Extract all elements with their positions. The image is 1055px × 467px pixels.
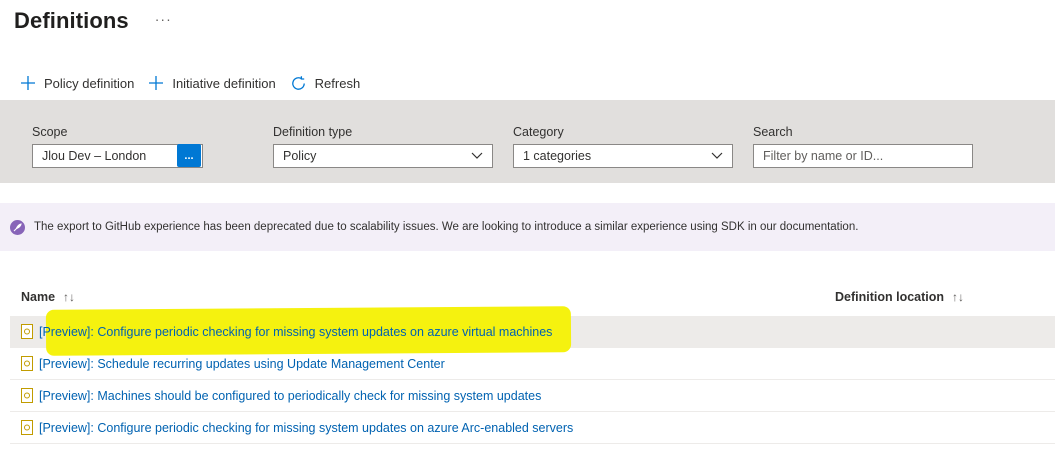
page-header: Definitions ··· xyxy=(14,8,172,34)
definition-type-filter: Definition type Policy xyxy=(273,125,493,168)
column-header-name[interactable]: Name ↑↓ xyxy=(21,290,75,304)
plus-icon xyxy=(149,76,164,90)
policy-document-icon xyxy=(21,388,33,403)
definition-link[interactable]: [Preview]: Configure periodic checking f… xyxy=(39,325,552,339)
column-name-label: Name xyxy=(21,290,56,304)
filter-bar: Scope Jlou Dev – London ... Definition t… xyxy=(0,100,1055,183)
add-policy-definition-label: Policy definition xyxy=(44,75,135,91)
definition-type-label: Definition type xyxy=(273,125,353,139)
sort-icon: ↑↓ xyxy=(63,290,76,304)
definition-link[interactable]: [Preview]: Configure periodic checking f… xyxy=(39,421,573,435)
definition-type-dropdown[interactable]: Policy xyxy=(273,144,493,168)
rocket-icon xyxy=(10,219,25,235)
category-label: Category xyxy=(513,125,564,139)
definition-link[interactable]: [Preview]: Machines should be configured… xyxy=(39,389,541,403)
table-row[interactable]: [Preview]: Configure periodic checking f… xyxy=(10,306,1055,356)
add-initiative-definition-button[interactable]: Initiative definition xyxy=(148,75,276,91)
table-row[interactable]: [Preview]: Machines should be configured… xyxy=(10,380,1055,412)
more-options-button[interactable]: ··· xyxy=(155,11,172,27)
table-row[interactable]: [Preview]: Schedule recurring updates us… xyxy=(10,348,1055,380)
definitions-table: [Preview]: Configure periodic checking f… xyxy=(10,306,1055,444)
page-title: Definitions xyxy=(14,8,129,33)
column-definition-location-label: Definition location xyxy=(835,290,945,304)
category-filter: Category 1 categories xyxy=(513,125,733,168)
scope-picker-button[interactable]: ... xyxy=(177,144,201,167)
deprecation-banner: The export to GitHub experience has been… xyxy=(0,203,1055,251)
table-header: Name ↑↓ Definition location ↑↓ xyxy=(0,290,1055,308)
policy-document-icon xyxy=(21,324,33,339)
definition-link[interactable]: [Preview]: Schedule recurring updates us… xyxy=(39,357,445,371)
category-dropdown[interactable]: 1 categories xyxy=(513,144,733,168)
policy-document-icon xyxy=(21,420,33,435)
refresh-label: Refresh xyxy=(314,75,361,91)
table-row[interactable]: [Preview]: Configure periodic checking f… xyxy=(10,412,1055,444)
search-label: Search xyxy=(753,125,793,139)
add-policy-definition-button[interactable]: Policy definition xyxy=(20,75,134,91)
scope-label: Scope xyxy=(32,125,68,139)
policy-document-icon xyxy=(21,356,33,371)
chevron-down-icon xyxy=(711,152,723,159)
search-input[interactable] xyxy=(753,144,973,168)
column-header-definition-location[interactable]: Definition location ↑↓ xyxy=(835,290,964,304)
sort-icon: ↑↓ xyxy=(952,290,965,304)
plus-icon xyxy=(21,76,35,90)
refresh-button[interactable]: Refresh xyxy=(290,75,361,92)
definition-type-value: Policy xyxy=(283,149,317,163)
refresh-icon xyxy=(291,75,305,90)
search-filter: Search xyxy=(753,125,973,168)
chevron-down-icon xyxy=(471,152,483,159)
scope-value: Jlou Dev – London xyxy=(42,149,147,163)
banner-text: The export to GitHub experience has been… xyxy=(34,221,859,233)
command-bar: Policy definition Initiative definition … xyxy=(20,72,374,94)
add-initiative-definition-label: Initiative definition xyxy=(172,75,276,91)
category-value: 1 categories xyxy=(523,149,592,163)
